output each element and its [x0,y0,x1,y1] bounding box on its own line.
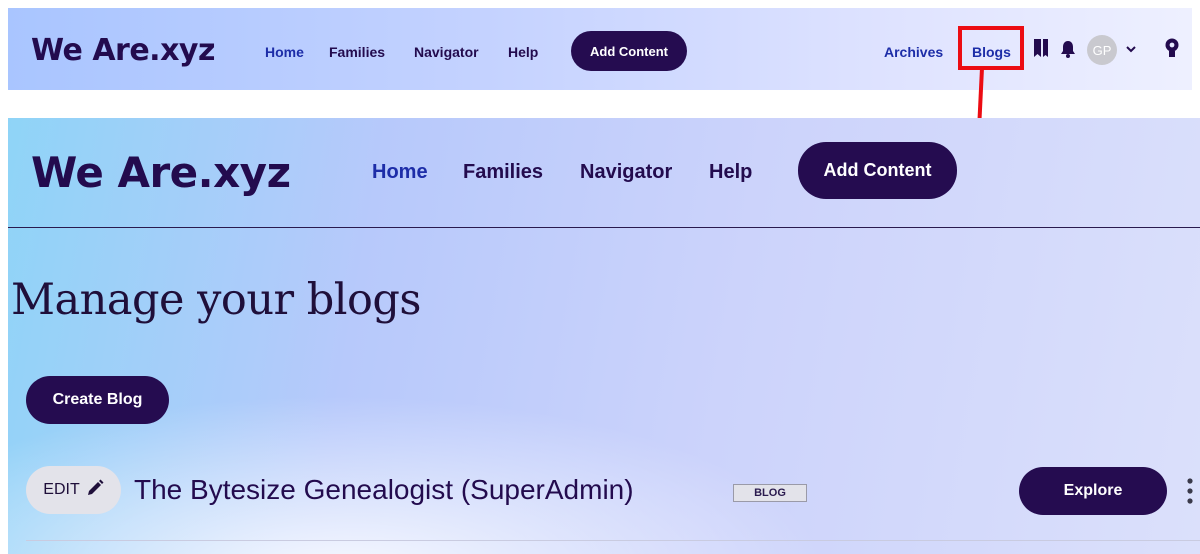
nav-home[interactable]: Home [265,44,304,60]
nav-archives[interactable]: Archives [884,44,943,60]
avatar[interactable]: GP [1087,35,1117,65]
edit-label: EDIT [43,481,80,498]
highlight-box [958,26,1024,70]
bell-icon[interactable] [1060,40,1076,63]
page-title: Manage your blogs [11,275,422,325]
blogs-page: We Are.xyz Home Families Navigator Help … [8,118,1200,554]
nav-navigator[interactable]: Navigator [580,161,672,183]
edit-blog-button[interactable]: EDIT [26,466,121,514]
site-logo[interactable]: We Are.xyz [31,36,215,66]
profile-icon[interactable] [1163,37,1181,64]
explore-button[interactable]: Explore [1019,467,1167,515]
nav-help[interactable]: Help [709,161,752,183]
nav-navigator[interactable]: Navigator [414,44,479,60]
blog-type-badge: BLOG [733,484,807,502]
site-logo[interactable]: We Are.xyz [31,151,291,195]
chevron-down-icon[interactable] [1125,42,1137,60]
nav-help[interactable]: Help [508,44,538,60]
blog-title[interactable]: The Bytesize Genealogist (SuperAdmin) [134,474,634,506]
row-divider [26,540,1200,541]
nav-families[interactable]: Families [463,161,543,183]
more-options-icon[interactable] [1186,478,1194,509]
header-divider [8,227,1200,228]
nav-families[interactable]: Families [329,44,385,60]
bookmark-icon[interactable] [1032,38,1050,63]
pencil-icon [86,479,104,502]
create-blog-button[interactable]: Create Blog [26,376,169,424]
add-content-button[interactable]: Add Content [571,31,687,71]
nav-home[interactable]: Home [372,161,428,183]
add-content-button[interactable]: Add Content [798,142,957,199]
